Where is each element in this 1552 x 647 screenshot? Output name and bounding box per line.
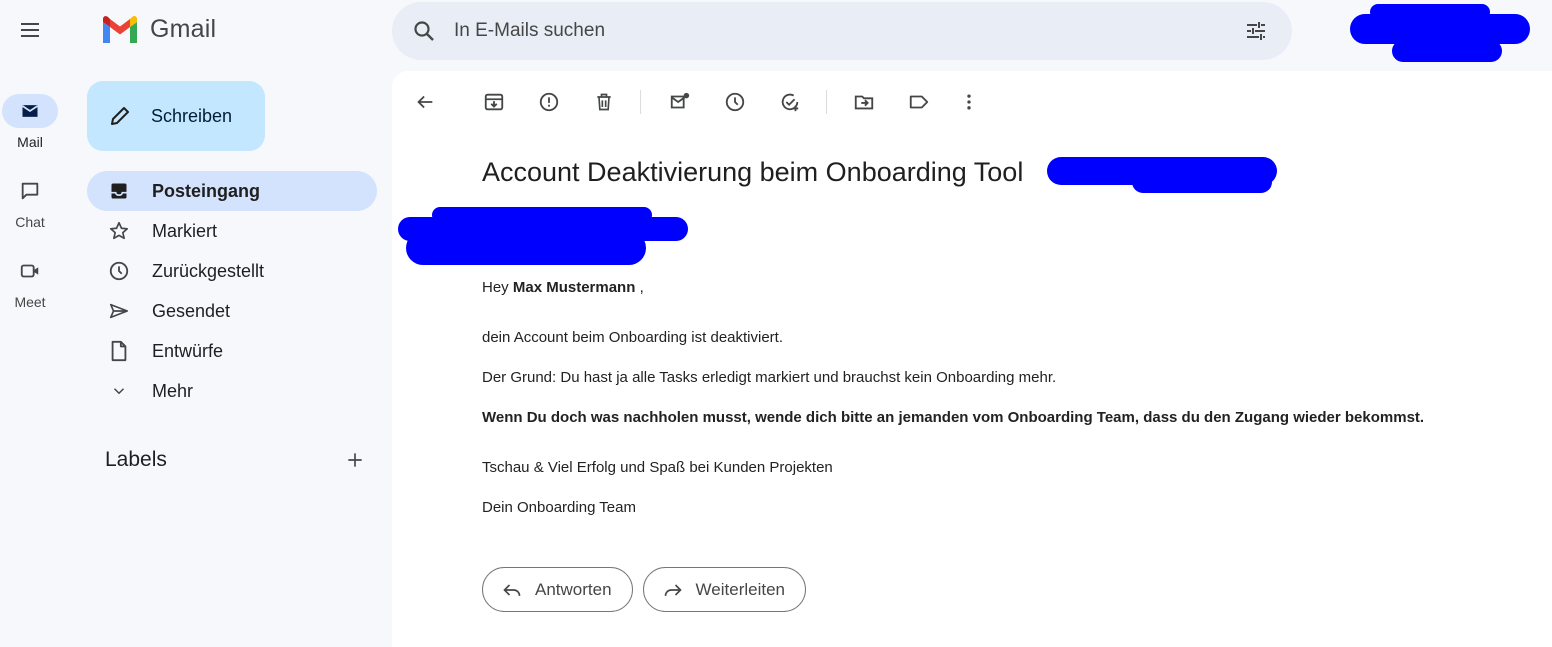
move-to-button[interactable] [849, 87, 879, 117]
email-greeting: Hey Max Mustermann , [482, 279, 644, 296]
mail-icon [22, 105, 38, 117]
search-button[interactable] [410, 17, 438, 45]
message-toolbar [392, 85, 1092, 119]
chevron-down-icon [107, 379, 131, 403]
message-actions: Antworten Weiterleiten [482, 567, 806, 612]
report-spam-button[interactable] [534, 87, 564, 117]
rail-item-mail[interactable]: Mail [0, 94, 60, 150]
label-icon [909, 95, 929, 109]
report-icon [539, 92, 559, 112]
message-view: Account Deaktivierung beim Onboarding To… [392, 71, 1552, 647]
mark-unread-icon [670, 92, 690, 109]
rail-label-chat: Chat [15, 214, 45, 230]
pencil-icon [111, 107, 129, 125]
email-line-2: Der Grund: Du hast ja alle Tasks erledig… [482, 369, 1057, 386]
email-subject: Account Deaktivierung beim Onboarding To… [482, 157, 1024, 187]
tune-icon [1247, 22, 1265, 40]
arrow-back-icon [417, 95, 433, 109]
nav-label-sent: Gesendet [152, 300, 231, 321]
archive-icon [484, 93, 504, 111]
nav-item-snoozed[interactable]: Zurückgestellt [87, 251, 377, 291]
move-to-folder-icon [854, 95, 874, 110]
mark-unread-button[interactable] [665, 87, 695, 117]
nav-label-starred: Markiert [152, 220, 218, 241]
folder-nav: Posteingang Markiert Zurückgestellt Gese… [87, 171, 377, 411]
send-icon [107, 299, 131, 323]
more-vert-icon [967, 94, 971, 110]
more-options-button[interactable] [954, 87, 984, 117]
recipient-name: Max Mustermann [512, 279, 636, 296]
greeting-prefix: Hey [482, 279, 509, 296]
snooze-button[interactable] [720, 87, 750, 117]
nav-label-snoozed: Zurückgestellt [152, 260, 265, 281]
compose-label: Schreiben [151, 105, 233, 126]
reply-button[interactable]: Antworten [482, 567, 633, 612]
search-icon [414, 21, 434, 41]
main-menu-button[interactable] [12, 12, 48, 48]
toolbar-divider [640, 90, 641, 114]
labels-section: Labels [105, 446, 369, 474]
add-task-button[interactable] [775, 87, 805, 117]
reply-label: Antworten [535, 579, 612, 599]
add-label-button[interactable] [341, 446, 369, 474]
reply-icon [501, 579, 523, 601]
search-options-button[interactable] [1242, 17, 1270, 45]
search-input[interactable] [454, 20, 1214, 42]
rail-label-meet: Meet [14, 294, 46, 310]
inbox-icon [107, 179, 131, 203]
add-task-icon [781, 93, 799, 112]
chat-icon [21, 182, 39, 200]
clock-icon [107, 259, 131, 283]
hamburger-menu-icon [21, 23, 39, 37]
nav-item-sent[interactable]: Gesendet [87, 291, 377, 331]
gmail-wordmark: Gmail [150, 14, 217, 43]
nav-item-starred[interactable]: Markiert [87, 211, 377, 251]
labels-button[interactable] [904, 87, 934, 117]
rail-label-mail: Mail [17, 134, 43, 150]
nav-label-drafts: Entwürfe [152, 340, 224, 361]
email-line-1: dein Account beim Onboarding ist deaktiv… [482, 329, 784, 346]
search-bar [392, 2, 1292, 60]
nav-item-inbox[interactable]: Posteingang [87, 171, 377, 211]
gmail-logo[interactable]: Gmail [100, 14, 216, 44]
compose-icon-wrap [107, 103, 133, 129]
back-button[interactable] [410, 87, 440, 117]
rail-pill-chat [2, 174, 58, 208]
draft-icon [107, 339, 131, 363]
trash-icon [597, 93, 611, 111]
toolbar-divider [826, 90, 827, 114]
delete-button[interactable] [589, 87, 619, 117]
rail-pill-mail [2, 94, 58, 128]
gmail-m-icon [103, 15, 137, 43]
rail-item-meet[interactable]: Meet [0, 254, 60, 310]
nav-label-inbox: Posteingang [152, 180, 261, 201]
plus-icon [348, 453, 362, 467]
email-line-4: Tschau & Viel Erfolg und Spaß bei Kunden… [482, 459, 833, 476]
video-icon [20, 264, 39, 278]
forward-label: Weiterleiten [695, 579, 785, 599]
nav-label-more: Mehr [152, 380, 194, 401]
star-icon [107, 219, 131, 243]
rail-item-chat[interactable]: Chat [0, 174, 60, 230]
nav-item-more[interactable]: Mehr [87, 371, 377, 411]
clock-icon [725, 92, 745, 112]
nav-item-drafts[interactable]: Entwürfe [87, 331, 377, 371]
rail-pill-meet [2, 254, 58, 288]
email-signature: Dein Onboarding Team [482, 499, 636, 516]
labels-title: Labels [105, 448, 167, 471]
compose-button[interactable]: Schreiben [87, 81, 265, 151]
forward-button[interactable]: Weiterleiten [642, 567, 806, 612]
email-line-3: Wenn Du doch was nachholen musst, wende … [482, 409, 1425, 426]
greeting-suffix: , [639, 279, 644, 296]
app-rail: Mail Chat Meet [0, 0, 72, 647]
forward-icon [662, 579, 684, 601]
archive-button[interactable] [479, 87, 509, 117]
